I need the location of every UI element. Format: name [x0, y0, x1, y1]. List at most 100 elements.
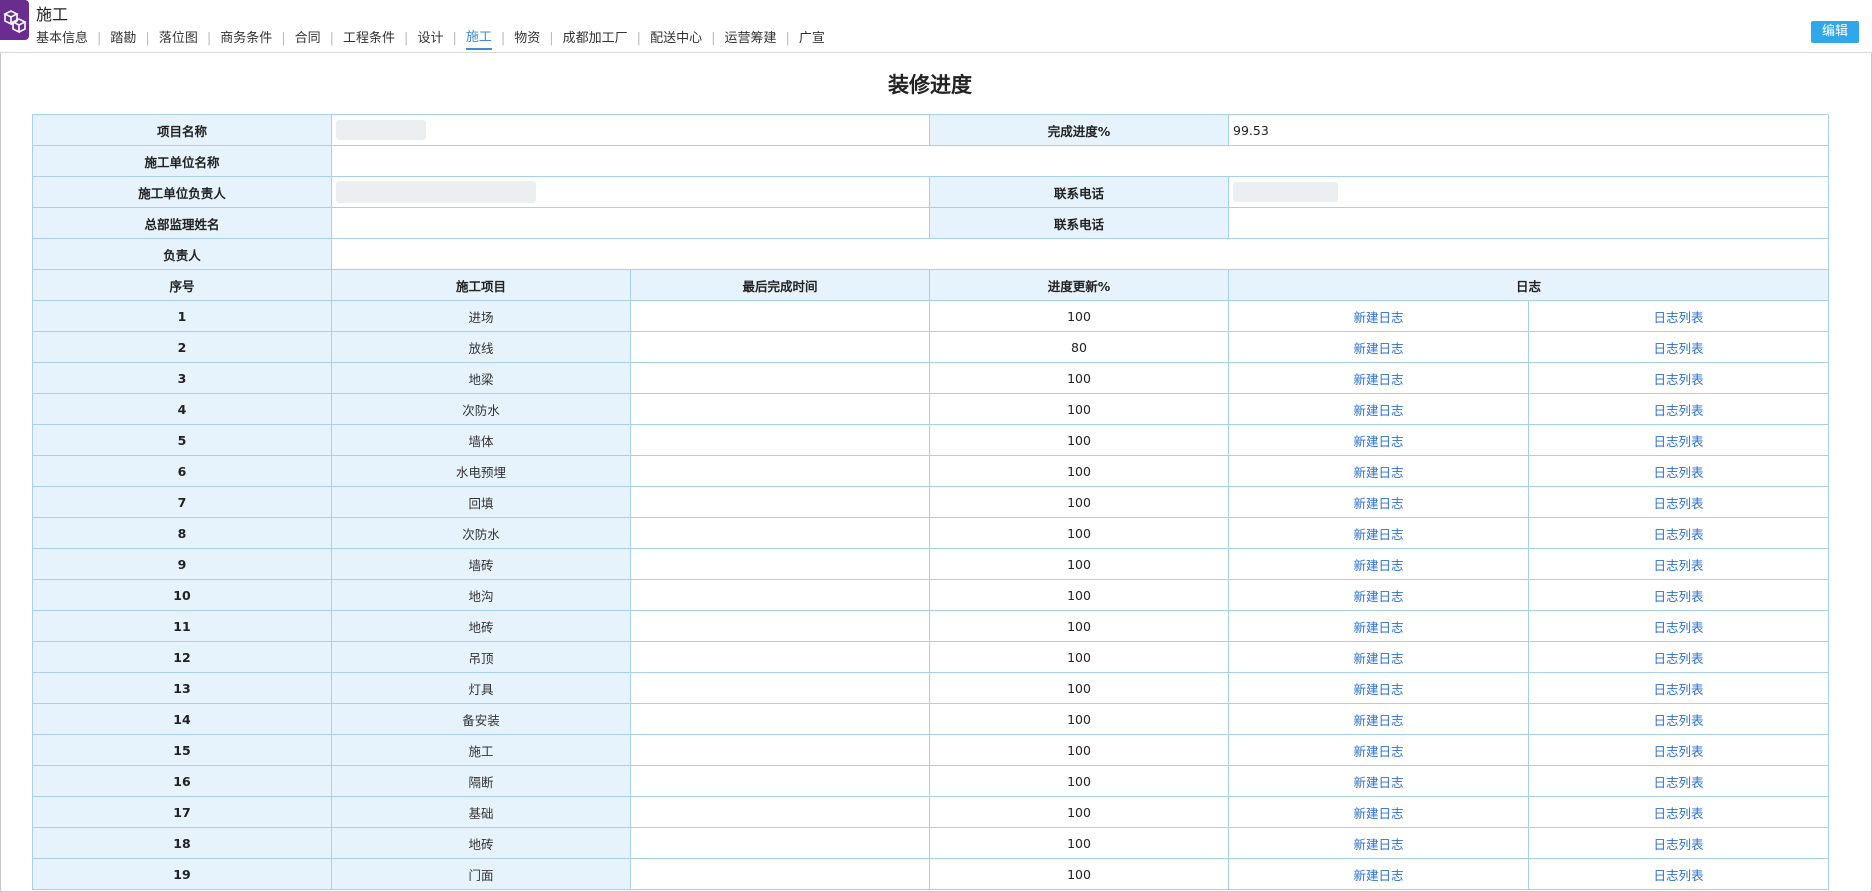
nav-tab[interactable]: 工程条件 [343, 27, 395, 49]
row-item: 地砖 [331, 827, 631, 859]
row-last-time [630, 641, 930, 673]
new-log-link[interactable]: 新建日志 [1228, 672, 1529, 704]
row-progress: 100 [929, 486, 1229, 518]
nav-separator: | [145, 30, 150, 46]
log-list-link[interactable]: 日志列表 [1528, 827, 1829, 859]
phone-value-1 [1228, 176, 1829, 208]
row-seq: 7 [32, 486, 332, 518]
new-log-link[interactable]: 新建日志 [1228, 610, 1529, 642]
edit-button[interactable]: 编辑 [1811, 21, 1859, 43]
column-header-seq: 序号 [32, 269, 332, 301]
new-log-link[interactable]: 新建日志 [1228, 827, 1529, 859]
row-progress: 100 [929, 424, 1229, 456]
new-log-link[interactable]: 新建日志 [1228, 579, 1529, 611]
new-log-link[interactable]: 新建日志 [1228, 424, 1529, 456]
row-seq: 10 [32, 579, 332, 611]
row-progress: 100 [929, 765, 1229, 797]
table-row: 18 地砖 100 新建日志 日志列表 [32, 827, 1829, 859]
nav-tab[interactable]: 踏勘 [110, 27, 136, 49]
nav-tab[interactable]: 成都加工厂 [563, 27, 628, 49]
table-row: 5 墙体 100 新建日志 日志列表 [32, 424, 1829, 456]
new-log-link[interactable]: 新建日志 [1228, 455, 1529, 487]
nav-tab[interactable]: 商务条件 [220, 27, 272, 49]
table-row: 6 水电预埋 100 新建日志 日志列表 [32, 455, 1829, 487]
table-row: 12 吊顶 100 新建日志 日志列表 [32, 641, 1829, 673]
row-last-time [630, 610, 930, 642]
log-list-link[interactable]: 日志列表 [1528, 424, 1829, 456]
nav-tab[interactable]: 施工 [465, 26, 492, 50]
nav-tab[interactable]: 运营筹建 [724, 27, 776, 49]
log-list-link[interactable]: 日志列表 [1528, 765, 1829, 797]
table-header-row: 序号 施工项目 最后完成时间 进度更新% 日志 [32, 269, 1829, 301]
new-log-link[interactable]: 新建日志 [1228, 300, 1529, 332]
new-log-link[interactable]: 新建日志 [1228, 796, 1529, 828]
new-log-link[interactable]: 新建日志 [1228, 362, 1529, 394]
row-progress: 100 [929, 362, 1229, 394]
new-log-link[interactable]: 新建日志 [1228, 765, 1529, 797]
nav-tab[interactable]: 物资 [514, 27, 540, 49]
row-seq: 14 [32, 703, 332, 735]
nav-separator: | [452, 30, 457, 46]
log-list-link[interactable]: 日志列表 [1528, 610, 1829, 642]
log-list-link[interactable]: 日志列表 [1528, 672, 1829, 704]
log-list-link[interactable]: 日志列表 [1528, 300, 1829, 332]
new-log-link[interactable]: 新建日志 [1228, 858, 1529, 890]
phone-label-2: 联系电话 [929, 207, 1229, 239]
table-row: 19 门面 100 新建日志 日志列表 [32, 858, 1829, 890]
log-list-link[interactable]: 日志列表 [1528, 455, 1829, 487]
completion-label: 完成进度% [929, 114, 1229, 146]
nav-tab[interactable]: 基本信息 [36, 27, 88, 49]
table-row: 16 隔断 100 新建日志 日志列表 [32, 765, 1829, 797]
log-list-link[interactable]: 日志列表 [1528, 641, 1829, 673]
row-last-time [630, 517, 930, 549]
log-list-link[interactable]: 日志列表 [1528, 734, 1829, 766]
new-log-link[interactable]: 新建日志 [1228, 331, 1529, 363]
completion-value: 99.53 [1228, 114, 1829, 146]
row-item: 水电预埋 [331, 455, 631, 487]
nav-tab[interactable]: 广宣 [799, 27, 825, 49]
row-progress: 100 [929, 455, 1229, 487]
log-list-link[interactable]: 日志列表 [1528, 517, 1829, 549]
log-list-link[interactable]: 日志列表 [1528, 858, 1829, 890]
row-last-time [630, 424, 930, 456]
new-log-link[interactable]: 新建日志 [1228, 734, 1529, 766]
row-progress: 100 [929, 393, 1229, 425]
column-header-progress: 进度更新% [929, 269, 1229, 301]
nav-tab[interactable]: 落位图 [159, 27, 198, 49]
project-name-label: 项目名称 [32, 114, 332, 146]
nav-separator: | [549, 30, 554, 46]
new-log-link[interactable]: 新建日志 [1228, 548, 1529, 580]
new-log-link[interactable]: 新建日志 [1228, 703, 1529, 735]
log-list-link[interactable]: 日志列表 [1528, 331, 1829, 363]
nav-tab[interactable]: 配送中心 [650, 27, 702, 49]
log-list-link[interactable]: 日志列表 [1528, 362, 1829, 394]
row-progress: 100 [929, 672, 1229, 704]
log-list-link[interactable]: 日志列表 [1528, 796, 1829, 828]
column-header-log: 日志 [1228, 269, 1829, 301]
nav-tab[interactable]: 设计 [417, 27, 443, 49]
row-progress: 100 [929, 300, 1229, 332]
nav-separator: | [636, 30, 642, 46]
new-log-link[interactable]: 新建日志 [1228, 486, 1529, 518]
column-header-item: 施工项目 [331, 269, 631, 301]
row-progress: 100 [929, 548, 1229, 580]
log-list-link[interactable]: 日志列表 [1528, 548, 1829, 580]
row-last-time [630, 796, 930, 828]
new-log-link[interactable]: 新建日志 [1228, 393, 1529, 425]
row-last-time [630, 672, 930, 704]
log-list-link[interactable]: 日志列表 [1528, 703, 1829, 735]
table-row: 1 进场 100 新建日志 日志列表 [32, 300, 1829, 332]
contractor-lead-label: 施工单位负责人 [32, 176, 332, 208]
log-list-link[interactable]: 日志列表 [1528, 486, 1829, 518]
phone-label-1: 联系电话 [929, 176, 1229, 208]
nav-separator: | [785, 30, 790, 46]
new-log-link[interactable]: 新建日志 [1228, 517, 1529, 549]
log-list-link[interactable]: 日志列表 [1528, 393, 1829, 425]
log-list-link[interactable]: 日志列表 [1528, 579, 1829, 611]
table-row: 15 施工 100 新建日志 日志列表 [32, 734, 1829, 766]
nav-tab[interactable]: 合同 [295, 27, 321, 49]
new-log-link[interactable]: 新建日志 [1228, 641, 1529, 673]
row-item: 进场 [331, 300, 631, 332]
row-last-time [630, 331, 930, 363]
row-seq: 9 [32, 548, 332, 580]
